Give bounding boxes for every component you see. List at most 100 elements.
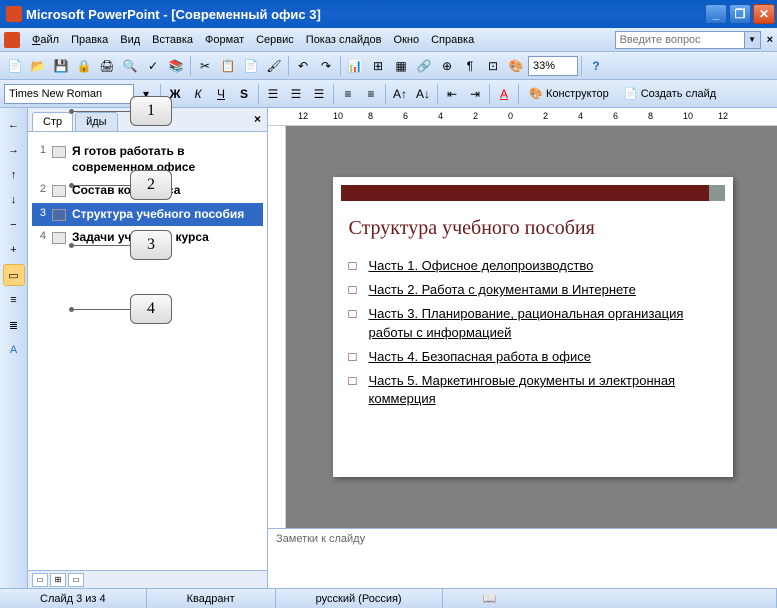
- doc-icon: [4, 32, 20, 48]
- menu-slideshow[interactable]: Показ слайдов: [300, 32, 388, 48]
- bullets-button[interactable]: ≡: [360, 83, 382, 105]
- current-slide[interactable]: Структура учебного пособия Часть 1. Офис…: [333, 177, 733, 477]
- pane-close-button[interactable]: ×: [254, 112, 261, 126]
- print-button[interactable]: 🖨: [96, 55, 118, 77]
- align-left-button[interactable]: ☰: [262, 83, 284, 105]
- show-grid-button[interactable]: ⊡: [482, 55, 504, 77]
- help-dropdown-icon[interactable]: ▼: [745, 31, 761, 49]
- doc-close-button[interactable]: ×: [767, 34, 773, 46]
- move-up-button[interactable]: ↑: [3, 164, 25, 186]
- menu-insert[interactable]: Вставка: [146, 32, 199, 48]
- slide-icon: [52, 146, 66, 158]
- slideshow-view-button[interactable]: ▭: [68, 573, 84, 587]
- table-button[interactable]: ⊞: [367, 55, 389, 77]
- slide-title[interactable]: Структура учебного пособия: [349, 217, 717, 240]
- vertical-ruler: [268, 126, 286, 528]
- list-item[interactable]: Часть 3. Планирование, рациональная орга…: [349, 302, 717, 344]
- cut-button[interactable]: ✂: [194, 55, 216, 77]
- promote-button[interactable]: ←: [3, 114, 25, 136]
- normal-view-button[interactable]: ▭: [32, 573, 48, 587]
- slide-body[interactable]: Часть 1. Офисное делопроизводство Часть …: [349, 254, 717, 411]
- list-item[interactable]: Часть 4. Безопасная работа в офисе: [349, 345, 717, 369]
- expand-button[interactable]: ⊕: [436, 55, 458, 77]
- app-icon: [6, 6, 22, 22]
- notes-pane[interactable]: Заметки к слайду: [268, 528, 777, 588]
- expand-button[interactable]: +: [3, 239, 25, 261]
- decrease-indent-button[interactable]: ⇤: [441, 83, 463, 105]
- list-item[interactable]: Часть 2. Работа с документами в Интернет…: [349, 278, 717, 302]
- undo-button[interactable]: ↶: [292, 55, 314, 77]
- color-button[interactable]: 🎨: [505, 55, 527, 77]
- redo-button[interactable]: ↷: [315, 55, 337, 77]
- numbering-button[interactable]: ≡: [337, 83, 359, 105]
- sorter-view-button[interactable]: ⊞: [50, 573, 66, 587]
- shadow-button[interactable]: S: [233, 83, 255, 105]
- move-down-button[interactable]: ↓: [3, 189, 25, 211]
- standard-toolbar: 📄 📂 💾 🔒 🖨 🔍 ✓ 📚 ✂ 📋 📄 🖌 ↶ ↷ 📊 ⊞ ▦ 🔗 ⊕ ¶ …: [0, 52, 777, 80]
- app-name: Microsoft PowerPoint: [26, 7, 160, 22]
- demote-button[interactable]: →: [3, 139, 25, 161]
- show-formatting-button[interactable]: ¶: [459, 55, 481, 77]
- side-toolbar: ← → ↑ ↓ − + ▭ ≡ ≣ A: [0, 108, 28, 588]
- align-center-button[interactable]: ☰: [285, 83, 307, 105]
- expand-all-button[interactable]: ≣: [3, 314, 25, 336]
- maximize-button[interactable]: ❐: [729, 4, 751, 24]
- menu-window[interactable]: Окно: [388, 32, 426, 48]
- copy-button[interactable]: 📋: [217, 55, 239, 77]
- status-language[interactable]: русский (Россия): [276, 589, 443, 608]
- menu-view[interactable]: Вид: [114, 32, 146, 48]
- tables-borders-button[interactable]: ▦: [390, 55, 412, 77]
- titlebar: Microsoft PowerPoint - [Современный офис…: [0, 0, 777, 28]
- hyperlink-button[interactable]: 🔗: [413, 55, 435, 77]
- statusbar: Слайд 3 из 4 Квадрант русский (Россия) 📖: [0, 588, 777, 608]
- paste-button[interactable]: 📄: [240, 55, 262, 77]
- tab-outline[interactable]: Стр: [32, 112, 73, 131]
- minimize-button[interactable]: _: [705, 4, 727, 24]
- doc-name: [Современный офис 3]: [171, 7, 321, 22]
- status-template: Квадрант: [147, 589, 276, 608]
- callout-4: 4: [130, 294, 172, 324]
- save-button[interactable]: 💾: [50, 55, 72, 77]
- chart-button[interactable]: 📊: [344, 55, 366, 77]
- summary-slide-button[interactable]: ▭: [3, 264, 25, 286]
- font-color-button[interactable]: A: [493, 83, 515, 105]
- help-search-input[interactable]: [615, 31, 745, 49]
- spelling-button[interactable]: ✓: [142, 55, 164, 77]
- menu-tools[interactable]: Сервис: [250, 32, 300, 48]
- slide-icon: [52, 185, 66, 197]
- new-button[interactable]: 📄: [4, 55, 26, 77]
- menu-file[interactable]: ФФайлайл: [26, 32, 65, 48]
- italic-button[interactable]: К: [187, 83, 209, 105]
- preview-button[interactable]: 🔍: [119, 55, 141, 77]
- underline-button[interactable]: Ч: [210, 83, 232, 105]
- font-combo[interactable]: Times New Roman: [4, 84, 134, 104]
- list-item[interactable]: Часть 5. Маркетинговые документы и элект…: [349, 369, 717, 411]
- show-format-button[interactable]: A: [3, 339, 25, 361]
- permission-button[interactable]: 🔒: [73, 55, 95, 77]
- close-button[interactable]: ✕: [753, 4, 775, 24]
- open-button[interactable]: 📂: [27, 55, 49, 77]
- zoom-combo[interactable]: 33%: [528, 56, 578, 76]
- menu-help[interactable]: Справка: [425, 32, 480, 48]
- collapse-all-button[interactable]: ≡: [3, 289, 25, 311]
- outline-item-selected[interactable]: 3 Структура учебного пособия: [32, 203, 263, 227]
- increase-indent-button[interactable]: ⇥: [464, 83, 486, 105]
- callout-2: 2: [130, 170, 172, 200]
- status-spell-icon[interactable]: 📖: [443, 589, 777, 608]
- menu-format[interactable]: Формат: [199, 32, 250, 48]
- decrease-font-button[interactable]: A↓: [412, 83, 434, 105]
- research-button[interactable]: 📚: [165, 55, 187, 77]
- slide-canvas[interactable]: Структура учебного пособия Часть 1. Офис…: [268, 126, 777, 528]
- menu-edit[interactable]: Правка: [65, 32, 114, 48]
- list-item[interactable]: Часть 1. Офисное делопроизводство: [349, 254, 717, 278]
- align-right-button[interactable]: ☰: [308, 83, 330, 105]
- slide-icon: [52, 232, 66, 244]
- increase-font-button[interactable]: A↑: [389, 83, 411, 105]
- format-painter-button[interactable]: 🖌: [263, 55, 285, 77]
- tab-slides[interactable]: йды: [75, 112, 117, 131]
- new-slide-button[interactable]: 📄Создать слайд: [617, 83, 723, 105]
- designer-button[interactable]: 🎨Конструктор: [522, 83, 616, 105]
- horizontal-ruler: 12 10 8 6 4 2 0 2 4 6 8 10 12: [268, 108, 777, 126]
- help-button[interactable]: ?: [585, 55, 607, 77]
- collapse-button[interactable]: −: [3, 214, 25, 236]
